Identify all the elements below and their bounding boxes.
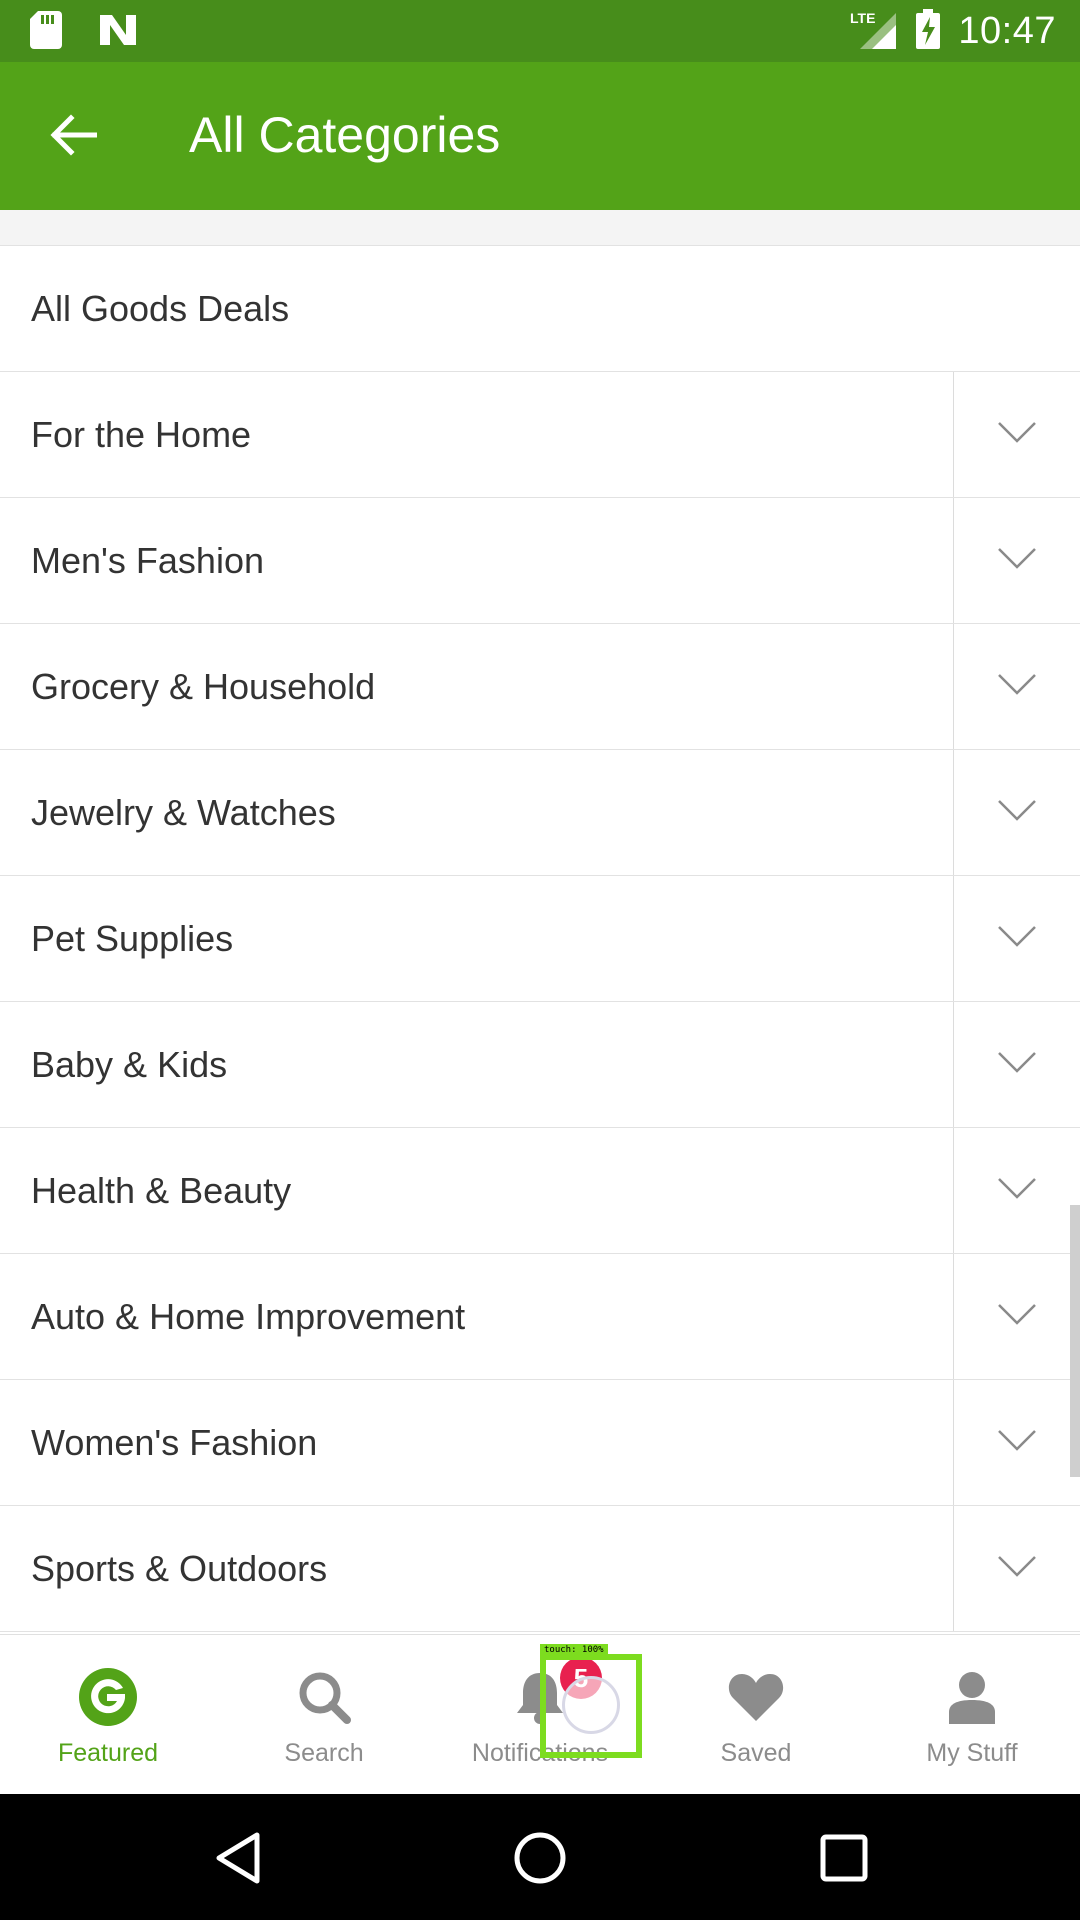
nav-label: Saved	[720, 1739, 792, 1767]
category-label: Jewelry & Watches	[31, 792, 336, 833]
back-triangle-icon[interactable]	[206, 1826, 270, 1890]
expand-button[interactable]	[953, 1506, 1080, 1631]
nav-item-my-stuff[interactable]: My Stuff	[864, 1635, 1080, 1795]
recents-square-icon[interactable]	[812, 1826, 876, 1890]
nav-item-featured[interactable]: Featured	[0, 1635, 216, 1795]
nav-label: Featured	[57, 1739, 159, 1767]
person-icon	[947, 1667, 997, 1727]
category-label: Women's Fashion	[31, 1422, 318, 1463]
category-row-mens-fashion[interactable]: Men's Fashion	[0, 498, 1080, 624]
chevron-down-icon	[997, 1176, 1037, 1205]
chevron-down-icon	[997, 1302, 1037, 1331]
chevron-down-icon	[997, 672, 1037, 701]
status-right: LTE 10:47	[850, 8, 1056, 54]
status-time: 10:47	[958, 9, 1056, 52]
category-row-grocery-household[interactable]: Grocery & Household	[0, 624, 1080, 750]
category-row-womens-fashion[interactable]: Women's Fashion	[0, 1380, 1080, 1506]
category-label: Grocery & Household	[31, 666, 376, 707]
category-row-all-goods-deals[interactable]: All Goods Deals	[0, 246, 1080, 372]
expand-button[interactable]	[953, 1380, 1080, 1505]
category-row-jewelry-watches[interactable]: Jewelry & Watches	[0, 750, 1080, 876]
expand-button[interactable]	[953, 1254, 1080, 1379]
touch-label: touch: 100%	[540, 1644, 608, 1656]
nav-item-saved[interactable]: Saved	[648, 1635, 864, 1795]
scrollbar-thumb[interactable]	[1070, 1205, 1080, 1477]
chevron-down-icon	[997, 924, 1037, 953]
svg-text:LTE: LTE	[850, 10, 875, 26]
touch-highlight-box	[540, 1654, 642, 1758]
sd-card-icon	[30, 10, 62, 54]
category-row-pet-supplies[interactable]: Pet Supplies	[0, 876, 1080, 1002]
chevron-down-icon	[997, 546, 1037, 575]
nav-item-search[interactable]: Search	[216, 1635, 432, 1795]
category-label: Pet Supplies	[31, 918, 234, 959]
chevron-down-icon	[997, 1554, 1037, 1583]
n-notification-icon	[98, 13, 138, 52]
back-button[interactable]	[38, 102, 108, 172]
search-icon	[297, 1667, 351, 1727]
status-bar: LTE 10:47	[0, 0, 1080, 62]
home-circle-icon[interactable]	[508, 1826, 572, 1890]
system-nav-bar	[0, 1794, 1080, 1920]
expand-button[interactable]	[953, 1002, 1080, 1127]
category-row-baby-kids[interactable]: Baby & Kids	[0, 1002, 1080, 1128]
groupon-g-icon	[79, 1667, 137, 1727]
arrow-left-icon	[49, 113, 98, 161]
category-row-sports-outdoors[interactable]: Sports & Outdoors	[0, 1506, 1080, 1632]
category-row-for-the-home[interactable]: For the Home	[0, 372, 1080, 498]
heart-icon	[727, 1667, 785, 1727]
category-label: Auto & Home Improvement	[31, 1296, 466, 1337]
chevron-down-icon	[997, 798, 1037, 827]
app-bar: All Categories	[0, 62, 1080, 210]
category-label: All Goods Deals	[31, 288, 290, 329]
page-title: All Categories	[189, 107, 501, 163]
expand-button[interactable]	[953, 372, 1080, 497]
battery-charging-icon	[916, 8, 941, 54]
nav-label: My Stuff	[926, 1739, 1018, 1767]
category-list: All Goods Deals For the Home Men's Fashi…	[0, 246, 1080, 1632]
expand-button[interactable]	[953, 1128, 1080, 1253]
list-header-spacer	[0, 210, 1080, 246]
category-label: Sports & Outdoors	[31, 1548, 328, 1589]
category-label: Baby & Kids	[31, 1044, 228, 1085]
lte-signal-icon: LTE	[850, 9, 898, 54]
category-row-health-beauty[interactable]: Health & Beauty	[0, 1128, 1080, 1254]
category-row-auto-home-improvement[interactable]: Auto & Home Improvement	[0, 1254, 1080, 1380]
chevron-down-icon	[997, 1428, 1037, 1457]
expand-button[interactable]	[953, 624, 1080, 749]
category-label: For the Home	[31, 414, 252, 455]
status-left	[30, 10, 138, 54]
nav-label: Search	[284, 1739, 364, 1767]
chevron-down-icon	[997, 420, 1037, 449]
category-label: Health & Beauty	[31, 1170, 292, 1211]
expand-button[interactable]	[953, 876, 1080, 1001]
chevron-down-icon	[997, 1050, 1037, 1079]
expand-button[interactable]	[953, 750, 1080, 875]
category-label: Men's Fashion	[31, 540, 264, 581]
expand-button[interactable]	[953, 498, 1080, 623]
